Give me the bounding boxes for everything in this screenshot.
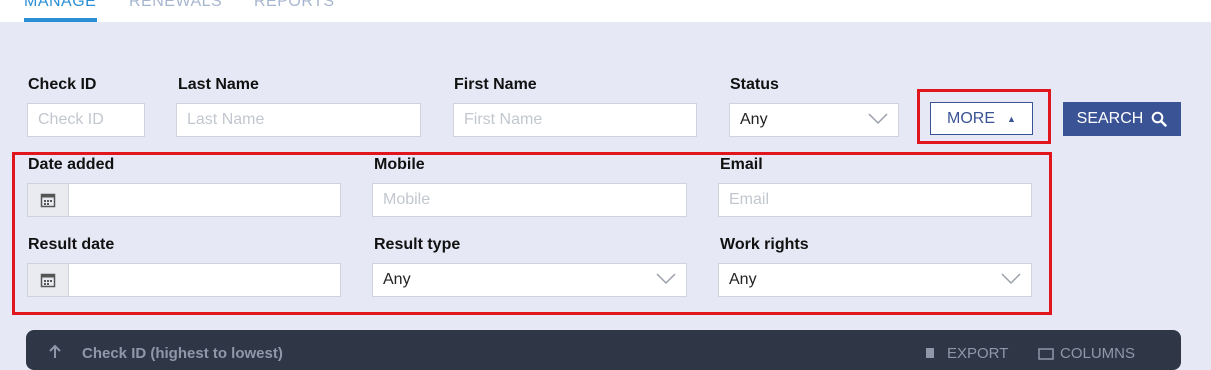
first-name-label: First Name [454, 76, 537, 93]
result-date-label: Result date [28, 236, 115, 253]
date-added-label: Date added [28, 156, 115, 173]
last-name-input[interactable] [176, 103, 421, 137]
mobile-input[interactable] [372, 183, 687, 217]
last-name-label: Last Name [178, 76, 259, 93]
calendar-icon[interactable] [28, 184, 69, 216]
sort-arrow-icon[interactable] [48, 344, 62, 358]
result-date-picker[interactable] [27, 263, 341, 297]
result-type-select[interactable]: Any [372, 263, 687, 297]
more-button[interactable]: MORE ▲ [930, 102, 1033, 135]
search-icon [1152, 111, 1168, 127]
tab-reports[interactable]: REPORTS [254, 0, 335, 11]
work-rights-label: Work rights [720, 236, 809, 253]
tab-manage[interactable]: MANAGE [24, 0, 96, 11]
work-rights-select[interactable]: Any [718, 263, 1032, 297]
chevron-down-icon [1001, 273, 1021, 285]
first-name-input[interactable] [453, 103, 697, 137]
status-select[interactable]: Any [729, 103, 899, 137]
check-id-label: Check ID [28, 76, 97, 93]
chevron-down-icon [868, 113, 888, 125]
caret-up-icon: ▲ [1007, 113, 1016, 124]
columns-button[interactable]: COLUMNS [1060, 345, 1135, 362]
search-button-label: SEARCH [1076, 110, 1144, 127]
sort-label[interactable]: Check ID (highest to lowest) [82, 345, 283, 362]
calendar-icon[interactable] [28, 264, 69, 296]
search-button[interactable]: SEARCH [1063, 102, 1181, 136]
status-label: Status [730, 76, 779, 93]
columns-icon [1038, 348, 1054, 360]
tab-active-underline [24, 18, 97, 22]
tab-bar: MANAGE RENEWALS REPORTS [0, 0, 1211, 22]
results-header-bar: Check ID (highest to lowest) EXPORT COLU… [26, 330, 1181, 370]
email-input[interactable] [718, 183, 1032, 217]
email-label: Email [720, 156, 763, 173]
more-button-label: MORE [947, 109, 996, 127]
mobile-label: Mobile [374, 156, 425, 173]
export-button[interactable]: EXPORT [947, 345, 1008, 362]
tab-renewals[interactable]: RENEWALS [129, 0, 222, 11]
result-date-input[interactable] [69, 264, 340, 296]
download-icon [926, 348, 934, 358]
date-added-picker[interactable] [27, 183, 341, 217]
result-type-select-value: Any [383, 271, 411, 288]
date-added-input[interactable] [69, 184, 340, 216]
chevron-down-icon [656, 273, 676, 285]
result-type-label: Result type [374, 236, 461, 253]
check-id-input[interactable] [27, 103, 145, 137]
work-rights-select-value: Any [729, 271, 757, 288]
